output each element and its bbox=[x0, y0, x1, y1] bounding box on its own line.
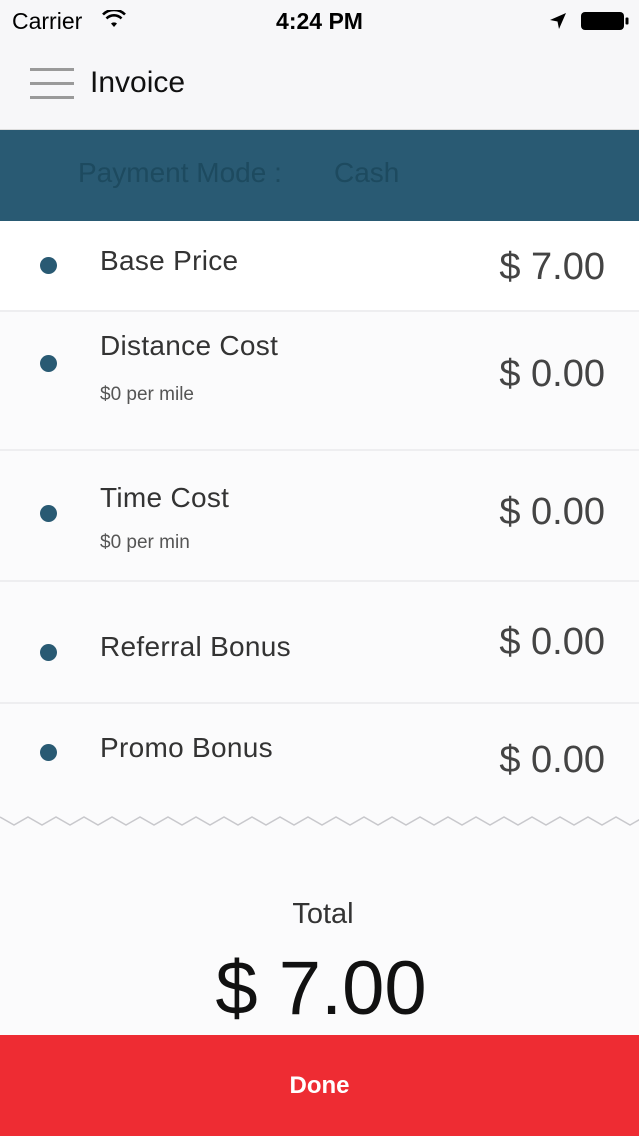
row-label: Base Price bbox=[100, 245, 239, 276]
done-button[interactable]: Done bbox=[0, 1035, 639, 1136]
row-label: Referral Bonus bbox=[100, 631, 291, 662]
row-label: Promo Bonus bbox=[100, 732, 273, 763]
invoice-row-time-cost: Time Cost $0 per min $ 0.00 bbox=[0, 451, 639, 582]
bullet-icon bbox=[40, 744, 57, 761]
invoice-row-referral-bonus: Referral Bonus $ 0.00 bbox=[0, 582, 639, 704]
hamburger-menu-icon[interactable] bbox=[30, 68, 74, 102]
location-arrow-icon bbox=[550, 13, 566, 29]
bullet-icon bbox=[40, 505, 57, 522]
row-amount: $ 0.00 bbox=[499, 621, 605, 663]
total-label: Total bbox=[292, 898, 354, 930]
payment-mode-bar: Payment Mode : Cash bbox=[0, 130, 639, 221]
status-bar: Carrier 4:24 PM bbox=[0, 0, 639, 40]
total-amount: $ 7.00 bbox=[215, 946, 427, 1031]
battery-icon bbox=[581, 12, 629, 30]
row-amount: $ 0.00 bbox=[499, 739, 605, 781]
invoice-row-base-price: Base Price $ 7.00 bbox=[0, 221, 639, 312]
row-sublabel: $0 per min bbox=[100, 532, 190, 553]
row-sublabel: $0 per mile bbox=[100, 384, 194, 405]
receipt-zigzag-divider bbox=[0, 816, 639, 826]
nav-bar: Invoice bbox=[0, 40, 639, 130]
page-title: Invoice bbox=[90, 66, 186, 99]
payment-mode-label: Payment Mode : bbox=[78, 157, 282, 188]
row-label: Distance Cost bbox=[100, 330, 279, 361]
payment-mode-value: Cash bbox=[334, 157, 400, 188]
bullet-icon bbox=[40, 257, 57, 274]
row-label: Time Cost bbox=[100, 482, 230, 513]
bullet-icon bbox=[40, 355, 57, 372]
row-amount: $ 0.00 bbox=[499, 353, 605, 395]
done-button-label: Done bbox=[289, 1072, 350, 1099]
invoice-row-promo-bonus: Promo Bonus $ 0.00 bbox=[0, 704, 639, 814]
row-amount: $ 7.00 bbox=[499, 246, 605, 288]
status-time: 4:24 PM bbox=[276, 8, 363, 34]
bullet-icon bbox=[40, 644, 57, 661]
row-amount: $ 0.00 bbox=[499, 491, 605, 533]
invoice-row-distance-cost: Distance Cost $0 per mile $ 0.00 bbox=[0, 312, 639, 451]
